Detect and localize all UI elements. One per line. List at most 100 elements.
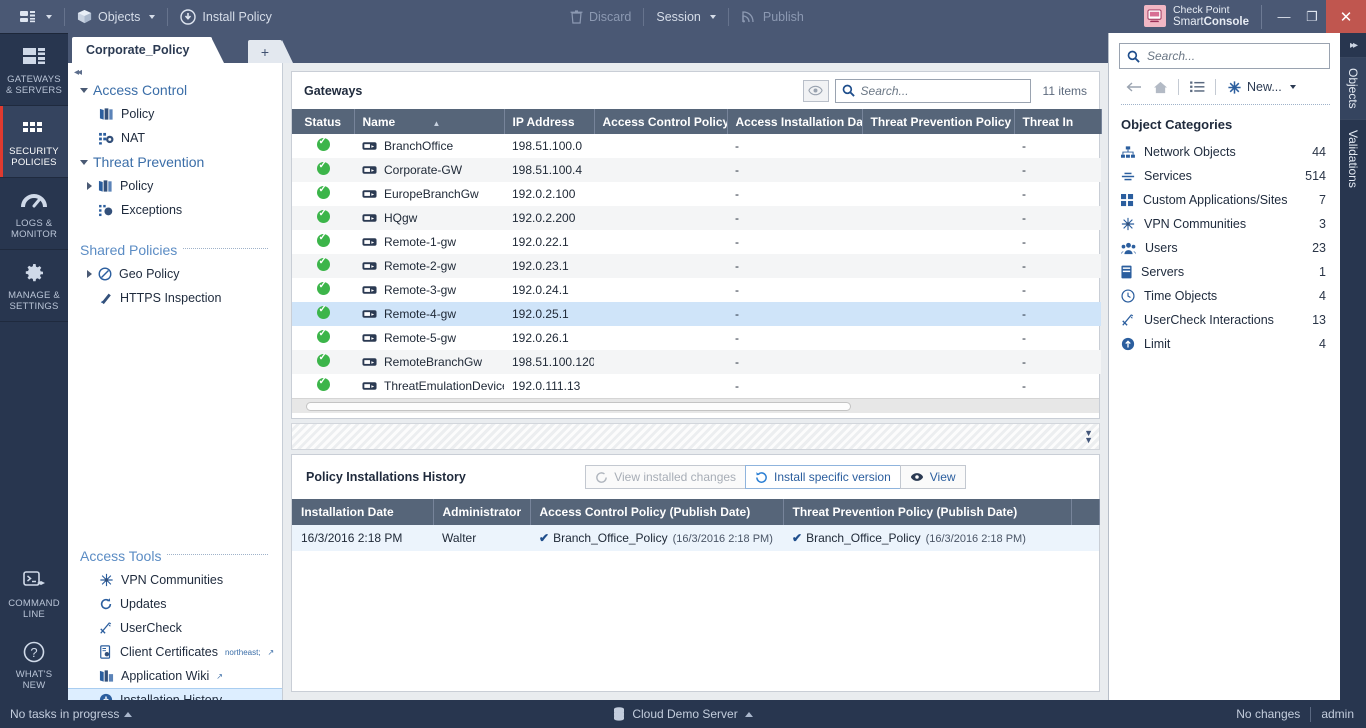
discard-button[interactable]: Discard bbox=[560, 0, 641, 33]
panel-splitter[interactable]: ▼ ▼ bbox=[291, 423, 1100, 450]
preview-toggle-button[interactable] bbox=[802, 79, 829, 102]
publish-button[interactable]: Publish bbox=[731, 0, 814, 33]
object-category-count: 514 bbox=[1305, 169, 1326, 183]
gateways-search-input[interactable]: Search... bbox=[861, 84, 909, 98]
column-header-ip-address[interactable]: IP Address bbox=[504, 109, 595, 134]
table-row[interactable]: Corporate-GW 198.51.100.4 - - bbox=[292, 158, 1101, 182]
object-category-row[interactable]: Network Objects 44 bbox=[1109, 140, 1340, 164]
gateways-search-box[interactable]: Search... bbox=[834, 78, 1031, 103]
edge-tab-validations[interactable]: Validations bbox=[1340, 118, 1366, 198]
close-button[interactable]: ✕ bbox=[1326, 0, 1366, 33]
install-specific-version-button[interactable]: Install specific version bbox=[745, 465, 901, 489]
view-button[interactable]: View bbox=[899, 465, 966, 489]
object-category-row[interactable]: Services 514 bbox=[1109, 164, 1340, 188]
object-category-row[interactable]: Custom Applications/Sites 7 bbox=[1109, 188, 1340, 212]
table-row[interactable]: EuropeBranchGw 192.0.2.100 - - bbox=[292, 182, 1101, 206]
column-header-administrator[interactable]: Administrator bbox=[433, 499, 531, 525]
table-row[interactable]: 16/3/2016 2:18 PM Walter ✔ Branch_Office_Po… bbox=[292, 525, 1099, 551]
gateway-name: EuropeBranchGw bbox=[384, 187, 479, 201]
nav-item-client-certificates[interactable]: Client Certificates northeast; ↗ bbox=[68, 640, 282, 664]
nav-item-updates[interactable]: Updates bbox=[68, 592, 282, 616]
cell-name: HQgw bbox=[354, 206, 504, 230]
chevron-down-icon bbox=[709, 14, 716, 19]
table-row[interactable]: Remote-2-gw 192.0.23.1 - - bbox=[292, 254, 1101, 278]
table-row[interactable]: Remote-4-gw 192.0.25.1 - - bbox=[292, 302, 1101, 326]
table-row[interactable]: ThreatEmulationDevice 192.0.111.13 - - bbox=[292, 374, 1101, 398]
column-header-installation-date[interactable]: Installation Date bbox=[292, 499, 434, 525]
object-category-row[interactable]: VPN Communities 3 bbox=[1109, 212, 1340, 236]
column-header-access-control-policy-publish[interactable]: Access Control Policy (Publish Date) bbox=[530, 499, 784, 525]
table-row[interactable]: Remote-3-gw 192.0.24.1 - - bbox=[292, 278, 1101, 302]
minimize-button[interactable]: — bbox=[1270, 0, 1298, 33]
chevron-right-icon[interactable] bbox=[87, 270, 92, 278]
nav-item-application-wiki[interactable]: Application Wiki ↗ bbox=[68, 664, 282, 688]
column-header-threat-installation-date[interactable]: Threat In bbox=[1014, 109, 1102, 134]
terminal-icon bbox=[2, 568, 66, 594]
objects-menu-button[interactable]: Objects bbox=[67, 0, 165, 33]
list-view-icon[interactable] bbox=[1184, 76, 1210, 98]
collapse-panel-button[interactable]: ◂◂ bbox=[68, 63, 282, 78]
column-header-threat-prevention-policy-publish[interactable]: Threat Prevention Policy (Publish Date) bbox=[783, 499, 1072, 525]
view-installed-changes-button[interactable]: View installed changes bbox=[585, 465, 747, 489]
scrollbar-thumb[interactable] bbox=[306, 402, 851, 411]
object-category-row[interactable]: Time Objects 4 bbox=[1109, 284, 1340, 308]
server-status[interactable]: Cloud Demo Server bbox=[0, 707, 1366, 721]
chevron-right-icon[interactable] bbox=[87, 182, 92, 190]
edge-tab-objects[interactable]: Objects bbox=[1340, 57, 1366, 119]
box-icon bbox=[77, 9, 92, 24]
home-icon[interactable] bbox=[1147, 76, 1173, 98]
rail-item-manage-settings[interactable]: MANAGE & SETTINGS bbox=[0, 250, 68, 322]
nav-group-threat-prevention[interactable]: Threat Prevention bbox=[68, 150, 282, 174]
table-row[interactable]: HQgw 192.0.2.200 - - bbox=[292, 206, 1101, 230]
rail-item-logs-monitor[interactable]: LOGS & MONITOR bbox=[0, 178, 68, 250]
session-menu-button[interactable]: Session bbox=[646, 0, 725, 33]
nav-item-threat-prevention-policy[interactable]: Policy bbox=[68, 174, 282, 198]
gateways-horizontal-scrollbar[interactable] bbox=[292, 398, 1099, 413]
section-shared-policies: Shared Policies bbox=[68, 236, 282, 262]
expand-arrows-icon[interactable]: ▸▸ bbox=[1340, 33, 1366, 57]
restore-button[interactable]: ❐ bbox=[1298, 0, 1326, 33]
table-row[interactable]: BranchOffice 198.51.100.0 - - bbox=[292, 134, 1101, 158]
apps-menu-button[interactable] bbox=[10, 0, 62, 33]
rail-item-command-line[interactable]: COMMAND LINE bbox=[0, 558, 68, 629]
objects-search-input[interactable]: Search... bbox=[1147, 49, 1195, 63]
column-header-status[interactable]: Status bbox=[292, 109, 355, 134]
cell-access-installation-date: - bbox=[727, 254, 862, 278]
custom-apps-icon bbox=[1121, 193, 1134, 207]
column-header-access-installation-date[interactable]: Access Installation Date bbox=[727, 109, 863, 134]
table-row[interactable]: Remote-1-gw 192.0.22.1 - - bbox=[292, 230, 1101, 254]
objects-search-box[interactable]: Search... bbox=[1119, 43, 1330, 69]
nav-item-nat[interactable]: NAT bbox=[68, 126, 282, 150]
object-category-row[interactable]: Servers 1 bbox=[1109, 260, 1340, 284]
nav-group-access-control[interactable]: Access Control bbox=[68, 78, 282, 102]
new-object-button[interactable]: New... bbox=[1221, 80, 1296, 95]
policy-book-icon bbox=[98, 179, 113, 193]
nav-item-access-control-policy[interactable]: Policy bbox=[68, 102, 282, 126]
title-bar-session-tools: Discard Session Publish bbox=[560, 0, 814, 33]
nav-item-geo-policy[interactable]: Geo Policy bbox=[68, 262, 282, 286]
object-category-row[interactable]: UserCheck Interactions 13 bbox=[1109, 308, 1340, 332]
object-category-row[interactable]: Limit 4 bbox=[1109, 332, 1340, 356]
object-category-row[interactable]: Users 23 bbox=[1109, 236, 1340, 260]
rail-item-gateways-servers[interactable]: GATEWAYS & SERVERS bbox=[0, 34, 68, 106]
gateway-icon bbox=[362, 285, 377, 296]
collapse-double-arrow-icon[interactable]: ▼ ▼ bbox=[1084, 428, 1093, 444]
rail-item-security-policies[interactable]: SECURITY POLICIES bbox=[0, 106, 68, 178]
eye-icon bbox=[808, 85, 823, 96]
nav-item-exceptions[interactable]: Exceptions bbox=[68, 198, 282, 222]
tab-corporate-policy[interactable]: Corporate_Policy bbox=[72, 37, 223, 63]
nav-item-https-inspection[interactable]: HTTPS Inspection bbox=[68, 286, 282, 310]
column-header-name[interactable]: Name ▲ bbox=[354, 109, 505, 134]
nav-item-usercheck[interactable]: UserCheck bbox=[68, 616, 282, 640]
back-arrow-icon[interactable] bbox=[1121, 76, 1147, 98]
install-policy-button[interactable]: Install Policy bbox=[170, 0, 281, 33]
table-row[interactable]: RemoteBranchGw 198.51.100.120 - - bbox=[292, 350, 1101, 374]
table-row[interactable]: Remote-5-gw 192.0.26.1 - - bbox=[292, 326, 1101, 350]
rail-item-whats-new[interactable]: ? WHAT'S NEW bbox=[0, 629, 68, 700]
column-header-threat-prevention-policy[interactable]: Threat Prevention Policy bbox=[862, 109, 1015, 134]
new-tab-button[interactable]: + bbox=[248, 40, 293, 63]
nav-item-vpn-communities[interactable]: VPN Communities bbox=[68, 568, 282, 592]
cell-name: Remote-1-gw bbox=[354, 230, 504, 254]
column-header-access-control-policy[interactable]: Access Control Policy bbox=[594, 109, 728, 134]
status-bar: No tasks in progress Cloud Demo Server N… bbox=[0, 700, 1366, 728]
